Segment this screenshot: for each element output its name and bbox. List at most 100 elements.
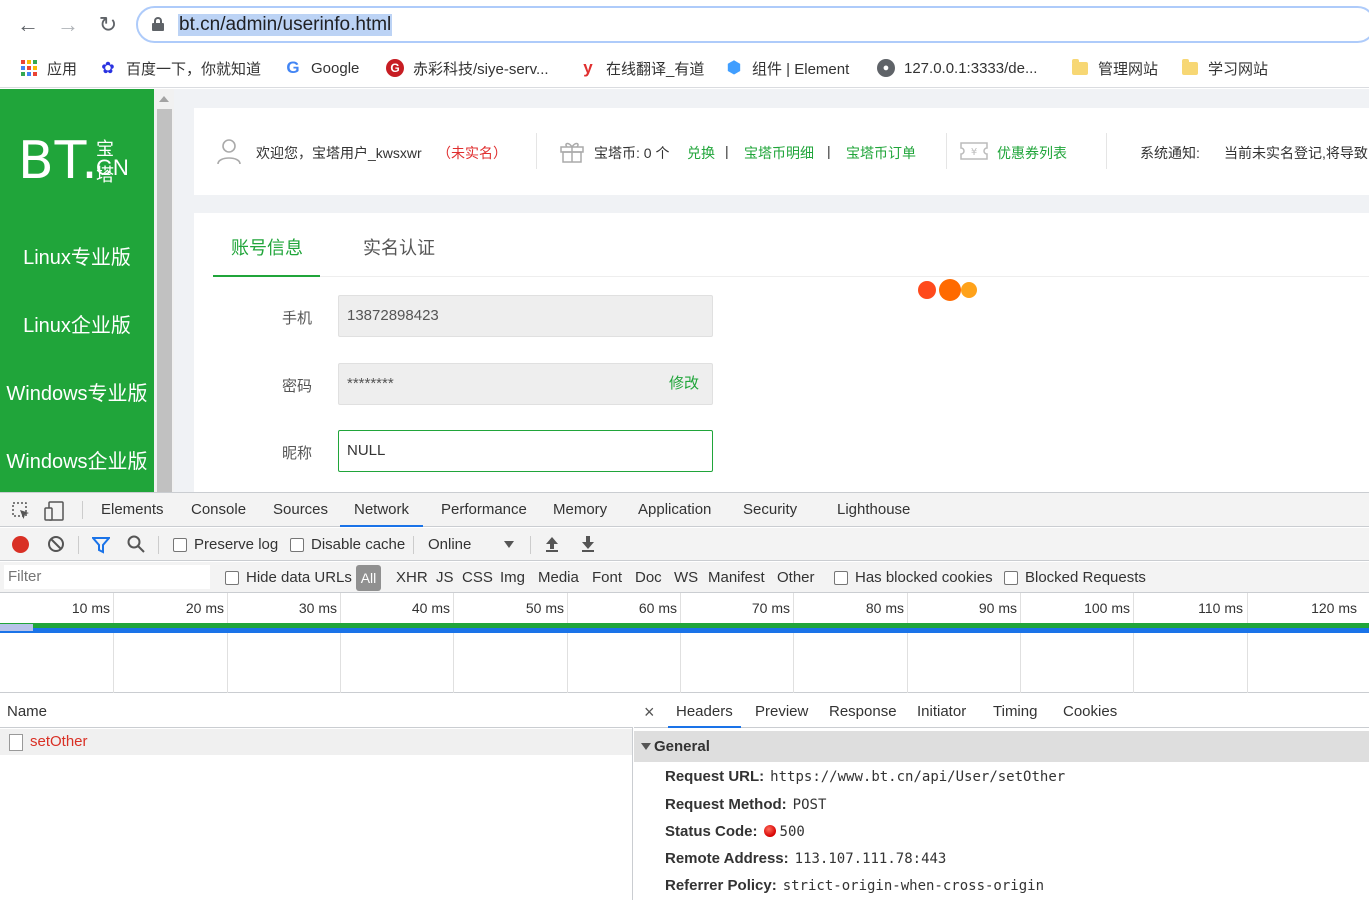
general-section-header[interactable]: General <box>634 731 1369 762</box>
filter-type-manifest[interactable]: Manifest <box>708 562 765 593</box>
reload-icon[interactable]: ↻ <box>93 10 123 40</box>
tick-label: 100 ms <box>1084 600 1130 616</box>
exchange-link[interactable]: 兑换 <box>687 143 715 163</box>
tab-account-info[interactable]: 账号信息 <box>231 234 303 260</box>
url-text[interactable]: bt.cn/admin/userinfo.html <box>178 14 393 36</box>
filter-type-all[interactable]: All <box>356 565 381 591</box>
disable-cache-checkbox[interactable]: Disable cache <box>290 528 405 561</box>
checkbox-box[interactable] <box>173 537 187 552</box>
expand-triangle-icon[interactable] <box>641 743 651 750</box>
checkbox-box[interactable] <box>1004 570 1018 585</box>
tab-response[interactable]: Response <box>829 694 897 728</box>
tab-sources[interactable]: Sources <box>273 493 328 527</box>
tab-lighthouse[interactable]: Lighthouse <box>837 493 910 527</box>
request-detail-pane: × Headers Preview Response Initiator Tim… <box>634 694 1369 900</box>
youdao-icon: y <box>583 58 593 77</box>
bookmark-youdao[interactable]: y 在线翻译_有道 <box>579 56 704 80</box>
tab-real-name[interactable]: 实名认证 <box>363 234 435 260</box>
divider <box>413 536 414 554</box>
search-icon[interactable] <box>127 535 145 553</box>
filter-type-font[interactable]: Font <box>592 562 622 593</box>
edit-password-link[interactable]: 修改 <box>669 364 699 404</box>
filter-type-ws[interactable]: WS <box>674 562 698 593</box>
checkbox-box[interactable] <box>290 537 304 552</box>
sidebar-item-windows-enterprise[interactable]: Windows企业版 <box>0 445 154 474</box>
coupon-list-link[interactable]: 优惠券列表 <box>997 143 1067 163</box>
tab-performance[interactable]: Performance <box>441 493 527 527</box>
filter-type-other[interactable]: Other <box>777 562 815 593</box>
address-bar[interactable]: bt.cn/admin/userinfo.html <box>136 6 1369 43</box>
tick-line <box>1020 593 1021 693</box>
throttling-select[interactable]: Online <box>428 528 471 561</box>
tab-elements[interactable]: Elements <box>101 493 164 527</box>
coin-detail-link[interactable]: 宝塔币明细 <box>744 143 814 163</box>
filter-type-css[interactable]: CSS <box>462 562 493 593</box>
phone-field[interactable]: 13872898423 <box>338 295 713 337</box>
tab-security[interactable]: Security <box>743 493 797 527</box>
coin-orders-link[interactable]: 宝塔币订单 <box>846 143 916 163</box>
filter-type-media[interactable]: Media <box>538 562 579 593</box>
bookmark-element[interactable]: ⬢ 组件 | Element <box>725 56 850 80</box>
password-field[interactable]: ******** 修改 <box>338 363 713 405</box>
divider <box>82 501 83 519</box>
request-row[interactable]: setOther <box>0 729 632 755</box>
chevron-down-icon[interactable] <box>504 541 514 548</box>
has-blocked-cookies-checkbox[interactable]: Has blocked cookies <box>834 562 993 593</box>
bookmark-localhost[interactable]: ● 127.0.0.1:3333/de... <box>877 56 1037 80</box>
tab-preview[interactable]: Preview <box>755 694 808 728</box>
filter-type-js[interactable]: JS <box>436 562 454 593</box>
preserve-log-checkbox[interactable]: Preserve log <box>173 528 278 561</box>
coin-balance: 宝塔币: 0 个 <box>594 145 670 161</box>
sidebar-item-linux-enterprise[interactable]: Linux企业版 <box>0 309 154 338</box>
tab-initiator[interactable]: Initiator <box>917 694 966 728</box>
tick-label: 30 ms <box>298 600 337 616</box>
request-name: setOther <box>30 733 88 750</box>
notice-text[interactable]: 当前未实名登记,将导致 <box>1224 143 1368 163</box>
sidebar-item-linux-pro[interactable]: Linux专业版 <box>0 241 154 270</box>
device-toolbar-icon[interactable] <box>43 500 65 522</box>
filter-type-xhr[interactable]: XHR <box>396 562 428 593</box>
tab-console[interactable]: Console <box>191 493 246 527</box>
filter-input[interactable] <box>4 565 210 589</box>
tick-line <box>340 593 341 693</box>
export-har-icon[interactable] <box>580 535 596 553</box>
checkbox-box[interactable] <box>834 570 848 585</box>
record-icon[interactable] <box>12 536 29 553</box>
column-header-name[interactable]: Name <box>0 694 633 728</box>
tab-timing[interactable]: Timing <box>993 694 1037 728</box>
bookmark-folder-admin[interactable]: 管理网站 <box>1071 56 1158 80</box>
sidebar-item-windows-pro[interactable]: Windows专业版 <box>0 377 154 406</box>
import-har-icon[interactable] <box>544 535 560 553</box>
scrollbar-thumb[interactable] <box>157 109 172 492</box>
back-arrow-icon[interactable]: ← <box>13 10 43 40</box>
bookmark-google[interactable]: G Google <box>284 56 359 80</box>
unverified-link[interactable]: （未实名） <box>437 143 507 163</box>
bookmark-apps[interactable]: 应用 <box>20 56 77 80</box>
filter-funnel-icon[interactable] <box>92 536 110 554</box>
tab-application[interactable]: Application <box>638 493 711 527</box>
filter-type-img[interactable]: Img <box>500 562 525 593</box>
bookmark-baidu[interactable]: ✿ 百度一下，你就知道 <box>99 56 261 80</box>
lock-icon[interactable] <box>152 17 164 31</box>
password-value: ******** <box>347 375 394 392</box>
close-icon[interactable]: × <box>644 694 655 728</box>
tab-memory[interactable]: Memory <box>553 493 607 527</box>
filter-type-doc[interactable]: Doc <box>635 562 662 593</box>
hide-data-urls-checkbox[interactable]: Hide data URLs <box>225 562 352 593</box>
inspect-element-icon[interactable] <box>11 501 31 521</box>
tab-headers[interactable]: Headers <box>668 694 741 728</box>
bookmark-folder-study[interactable]: 学习网站 <box>1181 56 1268 80</box>
bookmark-gitee[interactable]: G 赤彩科技/siye-serv... <box>386 56 549 80</box>
devtools-tab-strip: Elements Console Sources Network Perform… <box>0 493 1369 527</box>
clear-icon[interactable] <box>47 535 65 553</box>
tab-cookies[interactable]: Cookies <box>1063 694 1117 728</box>
bt-logo[interactable]: BT. 宝塔 CN <box>18 131 129 191</box>
checkbox-box[interactable] <box>225 570 239 585</box>
network-overview-timeline[interactable]: 10 ms 20 ms 30 ms 40 ms 50 ms 60 ms 70 m… <box>0 593 1369 693</box>
tab-network[interactable]: Network <box>340 493 424 527</box>
scroll-up-arrow-icon[interactable] <box>159 96 169 102</box>
blocked-requests-checkbox[interactable]: Blocked Requests <box>1004 562 1146 593</box>
coupon-icon: ¥ <box>960 142 988 160</box>
forward-arrow-icon[interactable]: → <box>53 10 83 40</box>
nickname-input[interactable]: NULL <box>338 430 713 472</box>
